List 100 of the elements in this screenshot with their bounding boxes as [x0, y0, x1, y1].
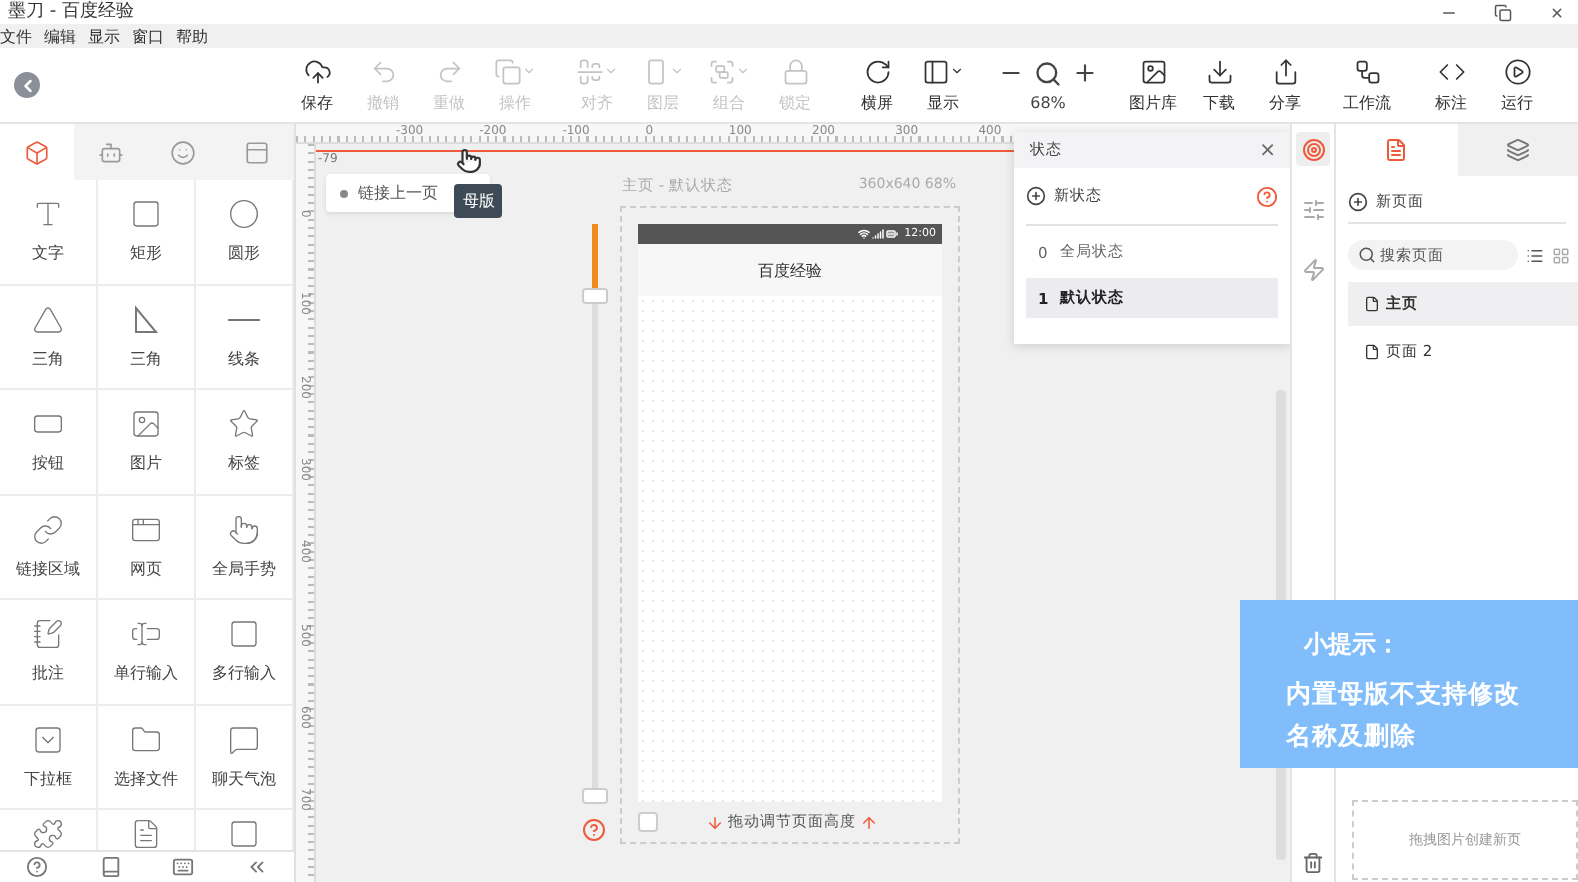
arrow-down-icon — [706, 813, 724, 831]
restore-icon[interactable] — [1494, 3, 1512, 21]
component-tile[interactable]: 全局手势 — [196, 495, 294, 600]
download-icon — [1205, 57, 1233, 85]
star-icon — [228, 408, 260, 441]
line-icon — [228, 317, 260, 322]
component-tile[interactable]: 文字 — [0, 180, 98, 285]
redo-icon — [435, 57, 463, 85]
component-tile[interactable]: 按钮 — [0, 390, 98, 495]
lightning-icon — [1301, 257, 1325, 281]
close-button[interactable]: × — [1259, 139, 1276, 161]
folder-icon — [130, 723, 162, 756]
collapse-icon[interactable] — [246, 856, 269, 878]
toolbar-button[interactable]: 显示 — [910, 56, 976, 114]
image-icon — [130, 408, 162, 441]
trash-icon[interactable] — [1302, 852, 1324, 874]
caret-icon — [522, 64, 536, 78]
zoom-in-icon[interactable] — [1072, 60, 1098, 86]
cube-icon — [23, 139, 50, 165]
side-tab[interactable] — [1296, 132, 1330, 166]
toolbar-button[interactable]: 横屏 — [844, 56, 910, 114]
note-icon — [32, 618, 64, 651]
square-icon[interactable] — [228, 818, 260, 850]
component-tile[interactable]: 选择文件 — [98, 705, 196, 810]
component-tile[interactable]: 三角 — [98, 285, 196, 390]
layers-icon — [1505, 138, 1530, 162]
menu-item[interactable]: 帮助 — [176, 25, 208, 47]
menu-item[interactable]: 窗口 — [132, 25, 164, 47]
panel-icon — [244, 139, 271, 165]
target-icon — [1301, 137, 1325, 161]
caret-icon — [670, 64, 684, 78]
arrow-up-icon — [860, 813, 878, 831]
component-tile[interactable]: 圆形 — [196, 180, 294, 285]
link-icon — [32, 513, 64, 546]
toolbar-button[interactable]: 标注 — [1418, 56, 1484, 114]
menu-item[interactable]: 显示 — [88, 25, 120, 47]
help-icon[interactable] — [25, 856, 48, 878]
file-icon — [1364, 296, 1380, 312]
component-tile[interactable]: 三角 — [0, 285, 98, 390]
search-icon[interactable] — [1034, 59, 1062, 87]
component-tile[interactable]: 图片 — [98, 390, 196, 495]
component-tile[interactable]: 线条 — [196, 285, 294, 390]
align-icon — [576, 57, 604, 85]
component-tile[interactable]: 网页 — [98, 495, 196, 600]
robot-icon — [97, 139, 124, 165]
toolbar-button[interactable]: 分享 — [1252, 56, 1318, 114]
component-tile[interactable]: 批注 — [0, 600, 98, 705]
component-tile[interactable]: 链接区域 — [0, 495, 98, 600]
help-icon[interactable] — [1256, 185, 1278, 207]
help-icon[interactable] — [582, 818, 606, 842]
file-icon — [1364, 344, 1380, 360]
toolbar-button[interactable]: 运行 — [1484, 56, 1550, 114]
textarea-icon — [228, 618, 260, 651]
panel-tab[interactable] — [1457, 124, 1578, 176]
checkbox[interactable] — [638, 812, 658, 832]
height-slider[interactable] — [582, 224, 608, 804]
app-header: 百度经验 — [638, 244, 942, 296]
text-input-icon — [130, 618, 162, 651]
smiley-icon — [170, 139, 197, 165]
keyboard-icon[interactable] — [172, 856, 195, 878]
search-icon — [1358, 246, 1376, 264]
book-icon[interactable] — [99, 856, 122, 878]
component-tile[interactable]: 标签 — [196, 390, 294, 495]
document-icon[interactable] — [130, 818, 162, 850]
component-tile[interactable]: 多行输入 — [196, 600, 294, 705]
chat-bubble-icon — [228, 723, 260, 756]
zoom-level[interactable]: 68% — [1030, 94, 1066, 112]
menu-item[interactable]: 编辑 — [44, 25, 76, 47]
panel-tab[interactable] — [0, 124, 74, 180]
list-view-icon[interactable] — [1526, 245, 1544, 265]
puzzle-icon[interactable] — [32, 818, 64, 850]
share-icon — [1271, 57, 1299, 85]
page-icon — [1384, 138, 1409, 162]
cloud-upload-icon — [303, 57, 331, 85]
circle-icon — [228, 198, 260, 231]
component-tile[interactable]: 下拉框 — [0, 705, 98, 810]
right-triangle-icon — [130, 303, 162, 336]
toolbar-button[interactable]: 图片库 — [1120, 56, 1186, 114]
back-button[interactable] — [14, 72, 40, 98]
toolbar-button[interactable]: 下载 — [1186, 56, 1252, 114]
hand-cursor-icon — [456, 148, 483, 174]
window-title: 墨刀 - 百度经验 — [8, 2, 134, 22]
tooltip: 母版 — [454, 184, 503, 218]
component-tile[interactable]: 聊天气泡 — [196, 705, 294, 810]
caret-icon — [604, 64, 618, 78]
tip-text: 内置母版不支持修改名称及删除 — [1286, 676, 1522, 754]
toolbar-button[interactable]: 保存 — [284, 56, 350, 114]
hand-icon — [228, 513, 260, 546]
tip-title: 小提示： — [1304, 628, 1402, 662]
plus-circle-icon — [1348, 191, 1368, 211]
caret-icon — [950, 64, 964, 78]
component-tile[interactable]: 矩形 — [98, 180, 196, 285]
menu-item[interactable]: 文件 — [0, 25, 32, 47]
plus-circle-icon — [1026, 186, 1046, 206]
sliders-icon — [1301, 197, 1325, 221]
component-tile[interactable]: 单行输入 — [98, 600, 196, 705]
caret-icon — [736, 64, 750, 78]
lock-icon — [781, 57, 809, 85]
toolbar-button[interactable]: 工作流 — [1334, 56, 1400, 114]
browser-window-icon — [130, 513, 162, 546]
